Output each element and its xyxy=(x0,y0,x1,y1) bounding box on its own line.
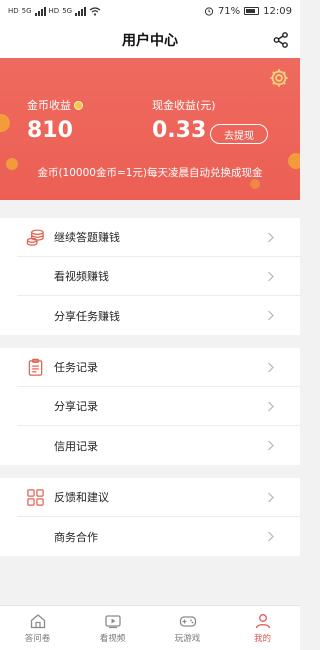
hd-label-2: HD xyxy=(48,7,60,15)
menu-item-label: 反馈和建议 xyxy=(54,491,109,504)
tab-label: 看视频 xyxy=(99,634,126,644)
menu-item-label: 分享任务赚钱 xyxy=(54,309,120,323)
gold-earnings-value: 810 xyxy=(27,118,73,143)
signal-icon-2 xyxy=(75,6,87,16)
chevron-right-icon xyxy=(268,310,274,321)
menu-group-feedback: 反馈和建议 商务合作 xyxy=(0,478,300,556)
clock-time: 12:09 xyxy=(263,5,292,17)
menu-item-label: 商务合作 xyxy=(54,530,98,544)
gold-earnings-label: 金币收益 xyxy=(27,97,83,113)
menu-group-records: 任务记录 分享记录 信用记录 xyxy=(0,348,300,465)
menu-item-share-records[interactable]: 分享记录 xyxy=(17,387,300,426)
menu-item-label: 分享记录 xyxy=(54,400,98,413)
gold-earnings-label-text: 金币收益 xyxy=(27,99,71,112)
exchange-note: 金币(10000金币=1元)每天凌晨自动兑换成现金 xyxy=(37,167,263,179)
menu-item-feedback[interactable]: 反馈和建议 xyxy=(17,478,300,517)
clipboard-icon xyxy=(28,358,43,376)
battery-icon xyxy=(244,7,260,15)
video-icon xyxy=(104,615,121,629)
coin-icon xyxy=(74,100,83,110)
chevron-right-icon xyxy=(268,492,274,503)
menu-group-earn: 继续答题赚钱 看视频赚钱 分享任务赚钱 xyxy=(0,218,300,335)
hd-label-1: HD xyxy=(8,7,19,15)
network-label-2: 5G xyxy=(62,7,73,15)
navigation-bar: 用户中心 xyxy=(0,22,300,58)
chevron-right-icon xyxy=(268,232,274,243)
menu-item-business[interactable]: 商务合作 xyxy=(17,517,300,556)
tab-label: 答问卷 xyxy=(24,634,51,644)
menu-item-watch-video[interactable]: 看视频赚钱 xyxy=(17,257,300,296)
signal-icon xyxy=(34,6,46,16)
menu-item-task-records[interactable]: 任务记录 xyxy=(17,348,300,387)
chevron-right-icon xyxy=(268,401,274,412)
tab-label: 玩游戏 xyxy=(174,634,201,644)
chevron-right-icon xyxy=(268,362,274,373)
house-icon xyxy=(30,614,45,629)
network-indicators: HD 5G HD 5G xyxy=(8,6,101,16)
withdraw-button[interactable]: 去提现 xyxy=(210,124,268,144)
gamepad-icon xyxy=(179,616,196,627)
coin-decoration xyxy=(250,179,260,189)
tab-label: 我的 xyxy=(253,634,271,644)
network-label-1: 5G xyxy=(21,7,32,15)
tab-video[interactable]: 看视频 xyxy=(75,606,150,650)
page-title: 用户中心 xyxy=(122,33,178,49)
tab-games[interactable]: 玩游戏 xyxy=(150,606,225,650)
share-icon[interactable] xyxy=(272,31,290,49)
tab-questionnaire[interactable]: 答问卷 xyxy=(0,606,75,650)
person-icon xyxy=(255,614,270,629)
gear-icon[interactable] xyxy=(268,67,290,89)
chevron-right-icon xyxy=(268,440,274,451)
status-right: 71% 12:09 xyxy=(204,6,292,17)
menu-item-answer-questions[interactable]: 继续答题赚钱 xyxy=(17,218,300,257)
menu-item-credit-records[interactable]: 信用记录 xyxy=(17,426,300,465)
chevron-right-icon xyxy=(268,271,274,282)
tab-mine[interactable]: 我的 xyxy=(225,606,300,650)
cash-earnings-label: 现金收益(元) xyxy=(152,99,216,112)
menu-item-label: 看视频赚钱 xyxy=(54,270,109,283)
battery-percent: 71% xyxy=(217,5,241,17)
alarm-icon xyxy=(204,7,214,16)
menu-item-label: 信用记录 xyxy=(54,439,98,453)
coin-stack-icon xyxy=(26,229,44,246)
menu-item-label: 任务记录 xyxy=(54,361,98,374)
status-bar: HD 5G HD 5G 71% 12:09 xyxy=(0,0,300,22)
chevron-right-icon xyxy=(268,531,274,542)
menu-item-label: 继续答题赚钱 xyxy=(54,231,120,244)
earnings-banner: 金币收益 810 现金收益(元) 0.33 去提现 金币(10000金币=1元)… xyxy=(0,58,300,200)
menu-item-share-task[interactable]: 分享任务赚钱 xyxy=(17,296,300,335)
grid-icon xyxy=(27,489,44,506)
bottom-tab-bar: 答问卷 看视频 玩游戏 我的 xyxy=(0,605,300,650)
cash-earnings-value: 0.33 xyxy=(152,118,207,143)
coin-decoration xyxy=(0,114,10,132)
wifi-icon xyxy=(89,6,101,16)
